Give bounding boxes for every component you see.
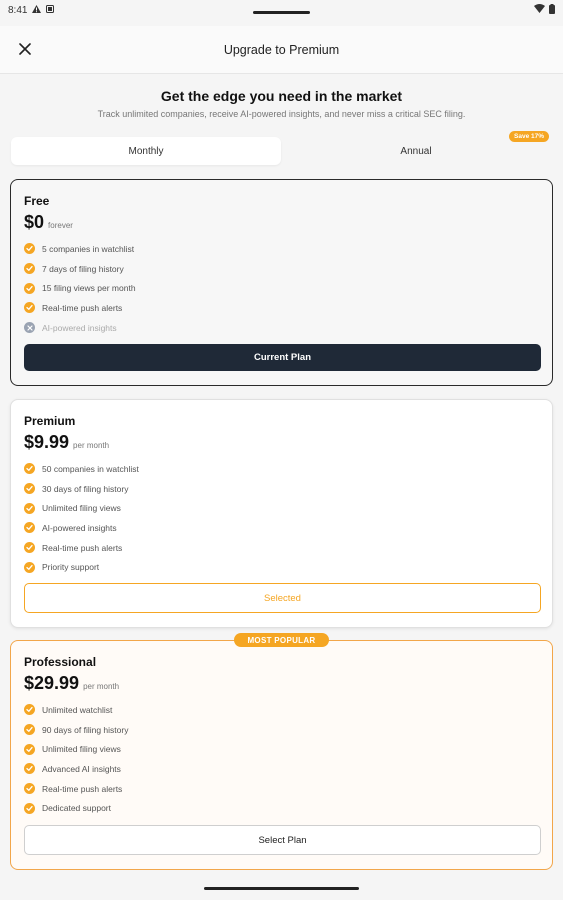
feature-item: 7 days of filing history xyxy=(24,259,539,279)
check-icon xyxy=(24,802,35,814)
feature-label: 30 days of filing history xyxy=(42,483,129,494)
check-icon xyxy=(24,783,35,795)
status-time: 8:41 xyxy=(8,4,28,16)
check-icon xyxy=(24,243,35,255)
feature-item: Priority support xyxy=(24,557,539,577)
feature-label: 90 days of filing history xyxy=(42,724,129,735)
feature-item: 5 companies in watchlist xyxy=(24,239,539,259)
check-icon xyxy=(24,704,35,716)
check-icon xyxy=(24,724,35,736)
selected-plan-button[interactable]: Selected xyxy=(24,583,541,613)
feature-label: Unlimited watchlist xyxy=(42,704,113,715)
plan-period: forever xyxy=(48,221,73,230)
check-icon xyxy=(24,263,35,275)
feature-label: Real-time push alerts xyxy=(42,542,123,553)
plan-period: per month xyxy=(83,682,120,691)
feature-item: Real-time push alerts xyxy=(24,779,539,799)
billing-annual-option[interactable]: Annual xyxy=(281,137,551,165)
subheadline: Track unlimited companies, receive AI-po… xyxy=(97,109,466,119)
headline: Get the edge you need in the market xyxy=(160,88,403,104)
current-plan-button[interactable]: Current Plan xyxy=(24,344,541,371)
feature-label: Real-time push alerts xyxy=(42,783,123,794)
page-title: Upgrade to Premium xyxy=(223,42,340,57)
feature-item: Unlimited filing views xyxy=(24,739,539,759)
check-icon xyxy=(24,502,35,514)
check-icon xyxy=(24,463,35,475)
cross-icon xyxy=(24,322,35,334)
plan-price: $0 xyxy=(24,212,45,232)
feature-label: Dedicated support xyxy=(42,803,111,814)
check-icon xyxy=(24,483,35,495)
status-bar: 8:41 xyxy=(0,0,563,20)
plan-period: per month xyxy=(73,441,110,450)
app-bar: Upgrade to Premium xyxy=(0,26,563,74)
plan-card-premium[interactable]: Premium $9.99 per month 50 companies in … xyxy=(10,399,553,628)
feature-label: 15 filing views per month xyxy=(42,283,136,294)
price-row: $0 forever xyxy=(24,212,539,233)
feature-item: 15 filing views per month xyxy=(24,278,539,298)
plan-price: $9.99 xyxy=(24,432,70,452)
select-plan-button[interactable]: Select Plan xyxy=(24,825,541,855)
feature-label: Advanced AI insights xyxy=(42,763,121,774)
notification-icon xyxy=(46,4,55,16)
feature-label: Unlimited filing views xyxy=(42,503,121,514)
feature-label: Priority support xyxy=(42,562,100,573)
status-right xyxy=(534,3,555,17)
feature-item: Real-time push alerts xyxy=(24,298,539,318)
feature-label: 50 companies in watchlist xyxy=(42,463,139,474)
feature-item: 90 days of filing history xyxy=(24,720,539,740)
check-icon xyxy=(24,522,35,534)
feature-item: AI-powered insights xyxy=(24,318,539,338)
status-left: 8:41 xyxy=(8,4,55,16)
most-popular-badge: MOST POPULAR xyxy=(234,633,329,647)
feature-label: Real-time push alerts xyxy=(42,302,123,313)
check-icon xyxy=(24,302,35,314)
feature-label: 7 days of filing history xyxy=(42,263,124,274)
plan-card-professional[interactable]: Professional $29.99 per month Unlimited … xyxy=(10,640,553,870)
warning-icon xyxy=(32,4,42,16)
billing-monthly-option[interactable]: Monthly xyxy=(11,137,281,165)
feature-item: Unlimited watchlist xyxy=(24,700,539,720)
plan-price: $29.99 xyxy=(24,673,80,693)
battery-icon xyxy=(549,3,555,17)
check-icon xyxy=(24,561,35,573)
feature-label: AI-powered insights xyxy=(42,522,117,533)
feature-item: Dedicated support xyxy=(24,798,539,818)
feature-label: 5 companies in watchlist xyxy=(42,243,135,254)
plan-name: Premium xyxy=(24,414,76,428)
feature-label: AI-powered insights xyxy=(42,322,117,333)
feature-item: 30 days of filing history xyxy=(24,479,539,499)
close-icon xyxy=(19,43,31,55)
camera-pill xyxy=(253,11,310,14)
feature-item: 50 companies in watchlist xyxy=(24,459,539,479)
feature-list: 5 companies in watchlist 7 days of filing… xyxy=(24,239,539,337)
feature-list: 50 companies in watchlist 30 days of fili… xyxy=(24,459,539,577)
feature-item: Advanced AI insights xyxy=(24,759,539,779)
billing-toggle: Monthly Annual xyxy=(11,137,551,165)
price-row: $9.99 per month xyxy=(24,432,539,453)
wifi-icon xyxy=(534,4,545,16)
feature-item: Real-time push alerts xyxy=(24,538,539,558)
plan-name: Free xyxy=(24,194,50,208)
home-indicator xyxy=(204,887,359,890)
plan-name: Professional xyxy=(24,655,97,669)
check-icon xyxy=(24,282,35,294)
feature-item: AI-powered insights xyxy=(24,518,539,538)
close-button[interactable] xyxy=(14,38,36,60)
check-icon xyxy=(24,763,35,775)
feature-label: Unlimited filing views xyxy=(42,744,121,755)
check-icon xyxy=(24,743,35,755)
save-badge: Save 17% xyxy=(509,131,549,142)
feature-list: Unlimited watchlist 90 days of filing his… xyxy=(24,700,539,818)
plan-card-free[interactable]: Free $0 forever 5 companies in watchlist… xyxy=(10,179,553,386)
price-row: $29.99 per month xyxy=(24,673,539,694)
check-icon xyxy=(24,542,35,554)
feature-item: Unlimited filing views xyxy=(24,498,539,518)
